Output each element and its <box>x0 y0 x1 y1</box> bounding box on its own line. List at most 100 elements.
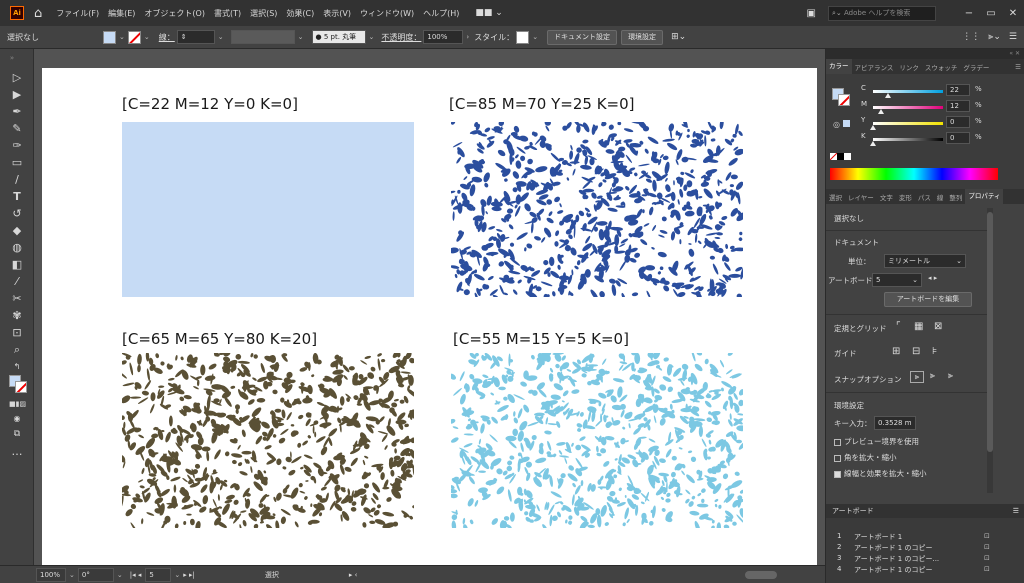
blend-tool-icon[interactable]: ✂ <box>9 292 25 306</box>
scale-corners-checkbox[interactable]: 角を拡大・縮小 <box>834 452 897 463</box>
tab-links[interactable]: リンク <box>896 62 922 72</box>
first-artboard-icon[interactable]: |◂ ◂ <box>130 571 142 579</box>
color-slider-m[interactable]: M 12% <box>826 100 1024 114</box>
help-search-input[interactable]: ⌕⌄ Adobe ヘルプを検索 <box>828 5 936 21</box>
menu-help[interactable]: ヘルプ(H) <box>423 8 459 19</box>
tab-stroke[interactable]: 線 <box>934 192 947 202</box>
swatch-rect-4[interactable] <box>451 353 743 528</box>
document-setup-button[interactable]: ドキュメント設定 <box>547 29 618 45</box>
artboard-options-icon[interactable]: ⊡ <box>984 565 990 573</box>
chevron-down-icon[interactable]: ⌄ <box>144 33 150 41</box>
artboard-select[interactable]: 5 ⌄ <box>872 273 922 287</box>
pen-tool-icon[interactable]: ✒ <box>9 105 25 119</box>
grid-icon[interactable]: ▦ <box>914 321 923 332</box>
opacity-field[interactable]: 100% <box>423 30 464 44</box>
slider-thumb[interactable] <box>885 93 892 98</box>
collapse-icon[interactable]: « ✕ <box>1009 50 1020 57</box>
fill-stroke-icon[interactable] <box>9 375 27 393</box>
anchor-tool-icon[interactable]: ✑ <box>9 139 25 153</box>
shape-builder-tool-icon[interactable]: ◍ <box>9 241 25 255</box>
tab-appearance[interactable]: アピアランス <box>852 62 897 72</box>
artboard-options-icon[interactable]: ⊡ <box>984 554 990 562</box>
canvas-area[interactable]: [C=22 M=12 Y=0 K=0] [C=85 M=70 Y=25 K=0]… <box>34 49 825 565</box>
curvature-tool-icon[interactable]: ✎ <box>9 122 25 136</box>
artboard-tool-icon[interactable]: ⊡ <box>9 326 25 340</box>
menu-object[interactable]: オブジェクト(O) <box>144 8 205 19</box>
artboard-options-icon[interactable]: ⊡ <box>984 532 990 540</box>
chevron-down-icon[interactable]: ⌄ <box>218 33 224 41</box>
slider-track[interactable] <box>873 122 943 125</box>
variable-width-field[interactable] <box>230 30 295 44</box>
menu-select[interactable]: 選択(S) <box>250 8 277 19</box>
scale-strokes-checkbox[interactable]: 線幅と効果を拡大・縮小 <box>834 468 927 479</box>
channel-value-field[interactable]: 12 <box>946 100 970 112</box>
home-icon[interactable]: ⌂ <box>34 7 42 20</box>
artboard-options-icon[interactable]: ⊡ <box>984 543 990 551</box>
tab-select[interactable]: 選択 <box>826 192 845 202</box>
tab-gradient[interactable]: グラデー <box>960 62 992 72</box>
eyedropper-tool-icon[interactable]: ⁄ <box>9 275 25 289</box>
fill-swatch[interactable] <box>103 30 116 44</box>
tab-align[interactable]: 整列 <box>946 192 965 202</box>
use-preview-bounds-checkbox[interactable]: プレビュー境界を使用 <box>834 436 919 447</box>
chevron-down-icon[interactable]: ⌄ <box>119 33 125 41</box>
snap-grid-icon[interactable]: ⫸ <box>930 371 935 381</box>
preferences-button[interactable]: 環境設定 <box>621 29 664 45</box>
channel-value-field[interactable]: 0 <box>946 116 970 128</box>
snap-icon[interactable]: ⫸⌄ <box>988 32 1001 42</box>
swatch-rect-1[interactable] <box>122 122 414 297</box>
artboard-number-field[interactable]: 5 <box>145 567 172 582</box>
edit-artboards-button[interactable]: アートボードを編集 <box>884 292 972 307</box>
channel-value-field[interactable]: 22 <box>946 84 970 96</box>
artboard-row[interactable]: 2 アートボード 1 のコピー ⊡ <box>826 543 1024 553</box>
menu-file[interactable]: ファイル(F) <box>56 8 99 19</box>
draw-mode-icon[interactable]: ◉ <box>9 412 25 426</box>
zoom-field[interactable]: 100% <box>36 567 66 582</box>
panel-scrollbar[interactable] <box>987 208 993 493</box>
tab-transform[interactable]: 変形 <box>896 192 915 202</box>
align-icon[interactable]: ⊞⌄ <box>671 32 686 42</box>
gradient-tool-icon[interactable]: ◧ <box>9 258 25 272</box>
close-button[interactable]: ✕ <box>1002 8 1024 19</box>
rectangle-tool-icon[interactable]: ▭ <box>9 156 25 170</box>
lock-guides-icon[interactable]: ⊟ <box>912 346 920 357</box>
type-tool-icon[interactable]: T <box>9 190 25 204</box>
artboard[interactable]: [C=22 M=12 Y=0 K=0] [C=85 M=70 Y=25 K=0]… <box>42 68 817 565</box>
tab-artboards[interactable]: アートボード <box>832 507 874 515</box>
minimize-button[interactable]: − <box>958 8 980 19</box>
chevron-down-icon[interactable]: ⌄ <box>369 33 375 41</box>
ruler-icon[interactable]: ⌜ <box>896 321 901 332</box>
direct-selection-tool-icon[interactable]: ▶ <box>9 88 25 102</box>
tab-pathfinder[interactable]: パス <box>915 192 934 202</box>
menu-edit[interactable]: 編集(E) <box>108 8 135 19</box>
keyboard-increment-field[interactable]: 0.3528 m <box>874 416 916 430</box>
screen-mode-icon[interactable]: ⧉ <box>9 427 25 441</box>
color-mode-icon[interactable]: ■▮▨ <box>9 397 26 411</box>
color-slider-c[interactable]: C 22% <box>826 84 1024 98</box>
tab-properties[interactable]: プロパティ <box>965 189 1004 204</box>
slider-track[interactable] <box>873 90 943 93</box>
snap-point-icon[interactable]: ⫸ <box>910 371 924 383</box>
chevron-down-icon[interactable]: ⌄ <box>69 571 75 579</box>
toggle-icon[interactable]: ⋮⋮ <box>962 32 980 42</box>
color-slider-k[interactable]: K 0% <box>826 132 1024 146</box>
workspace-switcher[interactable]: ■■ ⌄ <box>475 8 502 18</box>
opacity-label[interactable]: 不透明度： <box>381 32 421 43</box>
menu-view[interactable]: 表示(V) <box>323 8 351 19</box>
chevron-down-icon[interactable]: ⌄ <box>532 33 538 41</box>
style-swatch[interactable] <box>516 30 530 44</box>
arrange-documents-icon[interactable]: ▣ <box>807 8 816 19</box>
panel-menu-icon[interactable]: ☰ <box>1012 63 1024 71</box>
selection-tool-icon[interactable]: ▷ <box>9 71 25 85</box>
stroke-swatch[interactable] <box>127 30 141 44</box>
tab-layers[interactable]: レイヤー <box>845 192 877 202</box>
tab-swatches[interactable]: スウォッチ <box>922 62 961 72</box>
slider-track[interactable] <box>873 138 943 141</box>
color-spectrum[interactable] <box>830 168 998 180</box>
stroke-label[interactable]: 線： <box>159 32 175 43</box>
artboard-row[interactable]: 1 アートボード 1 ⊡ <box>826 532 1024 542</box>
more-tools-icon[interactable]: … <box>9 445 25 459</box>
last-artboard-icon[interactable]: ▸ ▸| <box>183 571 195 579</box>
panel-menu-icon[interactable]: ☰ <box>1009 32 1017 42</box>
panel-menu-icon[interactable]: ☰ <box>1013 504 1019 518</box>
